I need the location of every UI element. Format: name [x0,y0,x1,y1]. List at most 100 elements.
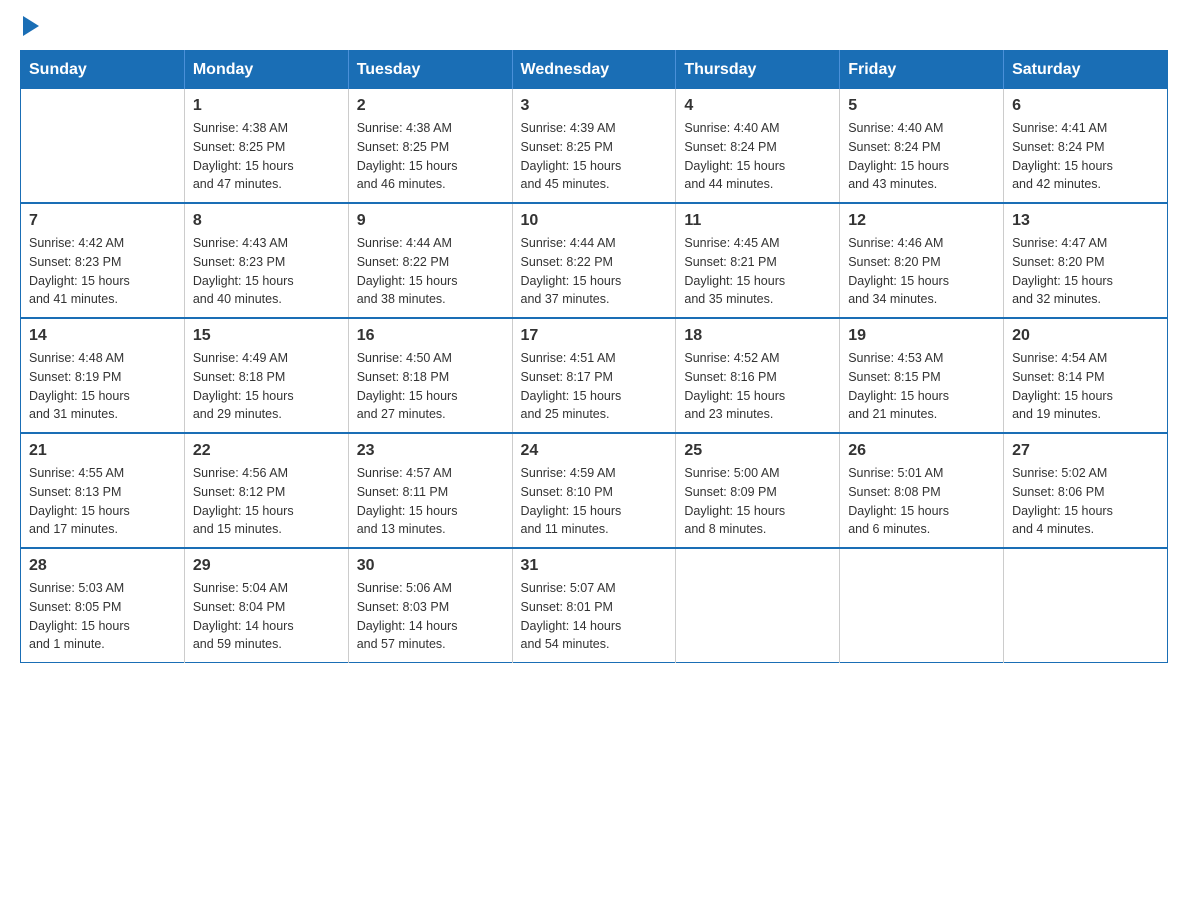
day-number: 19 [848,327,995,345]
day-number: 3 [521,97,668,115]
calendar-cell: 1 Sunrise: 4:38 AM Sunset: 8:25 PM Daylig… [184,89,348,203]
calendar-cell: 12Sunrise: 4:46 AM Sunset: 8:20 PM Dayli… [840,203,1004,318]
day-number: 5 [848,97,995,115]
day-info: Sunrise: 5:04 AM Sunset: 8:04 PM Dayligh… [193,579,340,654]
day-header-friday: Friday [840,51,1004,90]
calendar-cell: 7 Sunrise: 4:42 AM Sunset: 8:23 PM Daylig… [21,203,185,318]
calendar-cell: 25 Sunrise: 5:00 AM Sunset: 8:09 PM Dayli… [676,433,840,548]
calendar-cell: 26 Sunrise: 5:01 AM Sunset: 8:08 PM Dayli… [840,433,1004,548]
calendar-table: SundayMondayTuesdayWednesdayThursdayFrid… [20,50,1168,663]
day-number: 15 [193,327,340,345]
calendar-cell [676,548,840,663]
calendar-cell: 27 Sunrise: 5:02 AM Sunset: 8:06 PM Dayli… [1004,433,1168,548]
day-number: 7 [29,212,176,230]
calendar-cell: 22 Sunrise: 4:56 AM Sunset: 8:12 PM Dayli… [184,433,348,548]
day-number: 23 [357,442,504,460]
day-number: 6 [1012,97,1159,115]
day-header-wednesday: Wednesday [512,51,676,90]
calendar-cell: 15 Sunrise: 4:49 AM Sunset: 8:18 PM Dayli… [184,318,348,433]
day-number: 22 [193,442,340,460]
day-number: 10 [521,212,668,230]
day-info: Sunrise: 4:47 AM Sunset: 8:20 PM Dayligh… [1012,234,1159,309]
day-info: Sunrise: 4:42 AM Sunset: 8:23 PM Dayligh… [29,234,176,309]
day-info: Sunrise: 4:55 AM Sunset: 8:13 PM Dayligh… [29,464,176,539]
calendar-cell: 4 Sunrise: 4:40 AM Sunset: 8:24 PM Daylig… [676,89,840,203]
day-info: Sunrise: 4:56 AM Sunset: 8:12 PM Dayligh… [193,464,340,539]
day-number: 11 [684,212,831,230]
day-info: Sunrise: 4:45 AM Sunset: 8:21 PM Dayligh… [684,234,831,309]
day-info: Sunrise: 4:43 AM Sunset: 8:23 PM Dayligh… [193,234,340,309]
day-number: 2 [357,97,504,115]
day-info: Sunrise: 5:06 AM Sunset: 8:03 PM Dayligh… [357,579,504,654]
calendar-cell [21,89,185,203]
day-info: Sunrise: 5:02 AM Sunset: 8:06 PM Dayligh… [1012,464,1159,539]
day-info: Sunrise: 4:59 AM Sunset: 8:10 PM Dayligh… [521,464,668,539]
day-header-tuesday: Tuesday [348,51,512,90]
day-number: 8 [193,212,340,230]
day-info: Sunrise: 4:49 AM Sunset: 8:18 PM Dayligh… [193,349,340,424]
day-number: 13 [1012,212,1159,230]
calendar-cell: 29 Sunrise: 5:04 AM Sunset: 8:04 PM Dayli… [184,548,348,663]
logo-arrow-icon [23,16,39,36]
day-number: 29 [193,557,340,575]
day-info: Sunrise: 5:00 AM Sunset: 8:09 PM Dayligh… [684,464,831,539]
day-info: Sunrise: 4:41 AM Sunset: 8:24 PM Dayligh… [1012,119,1159,194]
day-info: Sunrise: 5:03 AM Sunset: 8:05 PM Dayligh… [29,579,176,654]
calendar-week-row: 7 Sunrise: 4:42 AM Sunset: 8:23 PM Daylig… [21,203,1168,318]
day-number: 12 [848,212,995,230]
logo [20,20,39,30]
day-number: 25 [684,442,831,460]
day-number: 31 [521,557,668,575]
calendar-cell: 3 Sunrise: 4:39 AM Sunset: 8:25 PM Daylig… [512,89,676,203]
day-info: Sunrise: 4:53 AM Sunset: 8:15 PM Dayligh… [848,349,995,424]
calendar-week-row: 21 Sunrise: 4:55 AM Sunset: 8:13 PM Dayli… [21,433,1168,548]
day-number: 24 [521,442,668,460]
day-number: 1 [193,97,340,115]
day-info: Sunrise: 4:57 AM Sunset: 8:11 PM Dayligh… [357,464,504,539]
calendar-week-row: 1 Sunrise: 4:38 AM Sunset: 8:25 PM Daylig… [21,89,1168,203]
day-number: 9 [357,212,504,230]
day-number: 21 [29,442,176,460]
calendar-week-row: 28 Sunrise: 5:03 AM Sunset: 8:05 PM Dayli… [21,548,1168,663]
day-header-thursday: Thursday [676,51,840,90]
calendar-cell: 24 Sunrise: 4:59 AM Sunset: 8:10 PM Dayli… [512,433,676,548]
day-number: 30 [357,557,504,575]
calendar-week-row: 14Sunrise: 4:48 AM Sunset: 8:19 PM Dayli… [21,318,1168,433]
day-info: Sunrise: 4:40 AM Sunset: 8:24 PM Dayligh… [848,119,995,194]
day-number: 16 [357,327,504,345]
day-info: Sunrise: 4:40 AM Sunset: 8:24 PM Dayligh… [684,119,831,194]
day-info: Sunrise: 4:51 AM Sunset: 8:17 PM Dayligh… [521,349,668,424]
day-info: Sunrise: 4:39 AM Sunset: 8:25 PM Dayligh… [521,119,668,194]
calendar-cell: 28 Sunrise: 5:03 AM Sunset: 8:05 PM Dayli… [21,548,185,663]
day-info: Sunrise: 4:50 AM Sunset: 8:18 PM Dayligh… [357,349,504,424]
day-number: 27 [1012,442,1159,460]
day-info: Sunrise: 4:38 AM Sunset: 8:25 PM Dayligh… [357,119,504,194]
page-header [20,20,1168,30]
calendar-cell: 14Sunrise: 4:48 AM Sunset: 8:19 PM Dayli… [21,318,185,433]
day-number: 18 [684,327,831,345]
day-info: Sunrise: 5:07 AM Sunset: 8:01 PM Dayligh… [521,579,668,654]
calendar-cell: 2 Sunrise: 4:38 AM Sunset: 8:25 PM Daylig… [348,89,512,203]
calendar-cell: 19 Sunrise: 4:53 AM Sunset: 8:15 PM Dayli… [840,318,1004,433]
day-info: Sunrise: 4:38 AM Sunset: 8:25 PM Dayligh… [193,119,340,194]
calendar-cell: 10 Sunrise: 4:44 AM Sunset: 8:22 PM Dayli… [512,203,676,318]
calendar-cell: 20Sunrise: 4:54 AM Sunset: 8:14 PM Dayli… [1004,318,1168,433]
calendar-cell: 31 Sunrise: 5:07 AM Sunset: 8:01 PM Dayli… [512,548,676,663]
day-header-sunday: Sunday [21,51,185,90]
calendar-cell: 6 Sunrise: 4:41 AM Sunset: 8:24 PM Daylig… [1004,89,1168,203]
day-info: Sunrise: 4:52 AM Sunset: 8:16 PM Dayligh… [684,349,831,424]
day-info: Sunrise: 4:44 AM Sunset: 8:22 PM Dayligh… [521,234,668,309]
calendar-cell: 13 Sunrise: 4:47 AM Sunset: 8:20 PM Dayli… [1004,203,1168,318]
calendar-cell: 23 Sunrise: 4:57 AM Sunset: 8:11 PM Dayli… [348,433,512,548]
day-info: Sunrise: 5:01 AM Sunset: 8:08 PM Dayligh… [848,464,995,539]
day-number: 20 [1012,327,1159,345]
calendar-cell: 16 Sunrise: 4:50 AM Sunset: 8:18 PM Dayli… [348,318,512,433]
day-number: 26 [848,442,995,460]
calendar-cell: 17 Sunrise: 4:51 AM Sunset: 8:17 PM Dayli… [512,318,676,433]
calendar-cell: 21 Sunrise: 4:55 AM Sunset: 8:13 PM Dayli… [21,433,185,548]
day-number: 4 [684,97,831,115]
day-number: 14 [29,327,176,345]
day-number: 28 [29,557,176,575]
day-number: 17 [521,327,668,345]
calendar-cell [1004,548,1168,663]
